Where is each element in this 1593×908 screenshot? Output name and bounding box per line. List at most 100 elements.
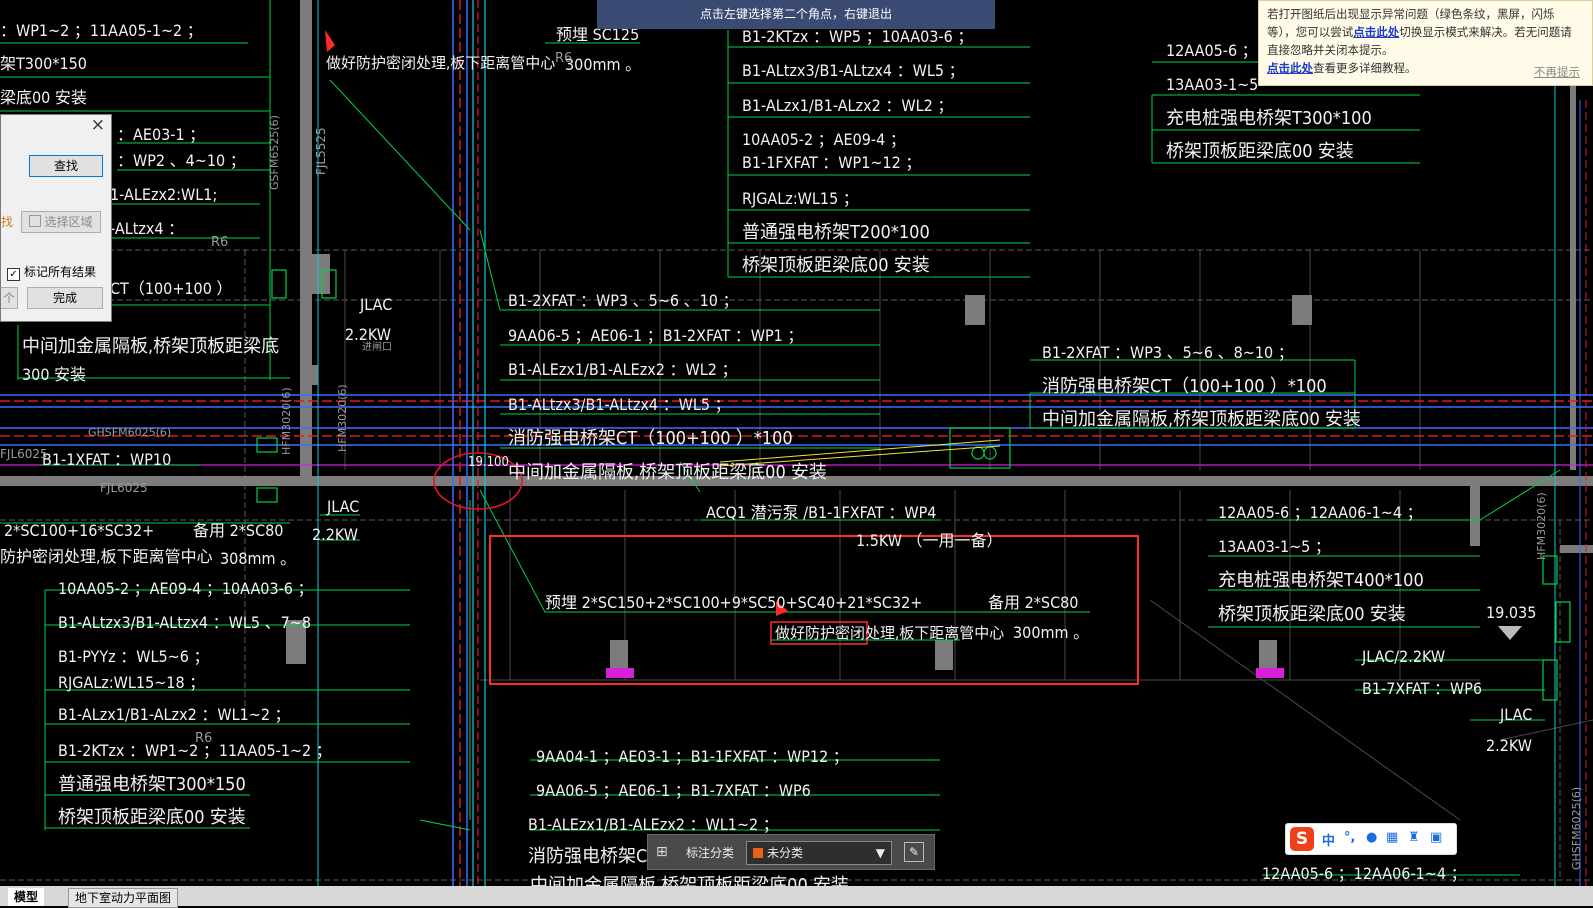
cad-label: 充电桩强电桥架T400*100 xyxy=(1218,570,1424,591)
cad-label: 300mm 。 xyxy=(565,55,641,74)
notice-link-switch-mode[interactable]: 点击此处 xyxy=(1353,25,1399,39)
cad-label: ：AE03-1 ； xyxy=(117,125,205,144)
cad-label: 10AA05-2 ；AE09-4 ； xyxy=(742,130,906,149)
cad-label: CT（100+100 ） xyxy=(110,279,232,298)
cad-label: 备用 2*SC80 xyxy=(988,593,1078,612)
cad-drawing-canvas[interactable]: ：WP1~2 ；11AA05-1~2 ； 架T300*150 梁底00 安装 ：AE0… xyxy=(0,0,1593,906)
ime-punctuation[interactable]: °, xyxy=(1344,830,1355,845)
cad-label: GHSFM6025(6) xyxy=(88,426,171,439)
cad-label: HFM3020(6) xyxy=(280,387,293,455)
cad-label: 做好防护密闭处理,板下距离管中心 xyxy=(326,54,555,72)
cad-label: 2.2KW xyxy=(312,525,358,544)
cad-label: 备用 2*SC80 xyxy=(193,521,283,540)
cad-label: 桥架顶板距梁底00 安装 xyxy=(1166,141,1354,162)
previous-button-fragment[interactable]: 个 xyxy=(1,287,18,309)
cad-label: 普通强电桥架T200*100 xyxy=(742,222,930,243)
annotation-category-label: 标注分类 xyxy=(686,846,735,860)
display-notice-banner: 若打开图纸后出现显示异常问题（绿色条纹，黑屏，闪烁等），您可以尝试点击此处切换显… xyxy=(1258,0,1593,86)
edit-icon[interactable]: ✎ xyxy=(904,842,924,862)
select-region-button[interactable]: 选择区域 xyxy=(21,211,101,233)
cad-label: GSFM6525(6) xyxy=(268,115,281,190)
cad-label: B1-ALEzx1/B1-ALEzx2 ：WL1~2 ； xyxy=(528,815,779,834)
cad-label: R6 xyxy=(555,51,572,66)
cad-label: 消防强电桥架CT（100+100 ）*100 xyxy=(508,428,793,449)
mark-all-checkbox-row[interactable]: ✓ 标记所有结果 xyxy=(7,263,96,281)
find-dialog: × 查找 找 选择区域 ✓ 标记所有结果 个 完成 xyxy=(0,114,112,322)
cad-label: 消防强电桥架CT（100+100 ）*100 xyxy=(1042,376,1327,397)
find-label-fragment: 找 xyxy=(1,215,14,229)
cad-label: ：WP1~2 ；11AA05-1~2 ； xyxy=(0,21,203,40)
select-region-label: 选择区域 xyxy=(44,215,93,229)
cad-label: R6 xyxy=(195,731,212,746)
cad-label: HFM3020(6) xyxy=(336,384,349,452)
cad-label: FJL5525 xyxy=(314,127,328,175)
cad-label: 中间加金属隔板,桥架顶板距梁底00 安装 xyxy=(508,462,827,483)
keyboard-icon[interactable]: ▦ xyxy=(1386,830,1398,845)
layout-tab-bar: 模型 地下室动力平面图 xyxy=(0,886,1593,908)
cad-label: 308mm 。 xyxy=(220,549,296,568)
tab-model[interactable]: 模型 xyxy=(8,888,45,906)
cad-label: -ALtzx4 ： xyxy=(110,219,184,238)
cad-label: 中间加金属隔板,桥架顶板距梁底 xyxy=(22,336,279,357)
cad-label: 梁底00 安装 xyxy=(0,88,87,107)
annotation-toolbar: ⊞ 标注分类 未分类 ▼ ✎ xyxy=(647,834,935,870)
cad-label: 1.5KW （一用一备） xyxy=(856,531,1003,550)
notice-dismiss-link[interactable]: 不再提示 xyxy=(1534,63,1580,81)
cad-label: 消防强电桥架CT xyxy=(528,846,657,867)
cad-label: R6 xyxy=(211,235,228,250)
cad-label: GHSFM6025(6) xyxy=(1570,787,1583,870)
tab-basement-power-plan[interactable]: 地下室动力平面图 xyxy=(68,888,179,908)
cad-label: ACQ1 潜污泵 /B1-1FXFAT ：WP4 xyxy=(706,503,936,522)
cad-label: 1-ALEzx2:WL1; xyxy=(110,185,217,204)
cad-label: B1-7XFAT ：WP6 xyxy=(1362,679,1482,698)
cad-label: 13AA03-1~5 xyxy=(1166,75,1258,94)
cad-label: RJGALz:WL15 ； xyxy=(742,189,859,208)
cad-label: 普通强电桥架T300*150 xyxy=(58,774,246,795)
cad-label: 中间加金属隔板,桥架顶板距梁底00 安装 xyxy=(1042,409,1361,430)
cad-label: 19.035 xyxy=(1486,603,1536,622)
cad-label: JLAC xyxy=(359,295,392,314)
mark-all-checkbox[interactable]: ✓ xyxy=(7,268,20,281)
cad-label: B1-ALzx1/B1-ALzx2 ：WL1~2 ； xyxy=(58,705,291,724)
cad-label: B1-2XFAT ：WP3 、5~6 、10 ； xyxy=(508,291,739,310)
cad-label: 桥架顶板距梁底00 安装 xyxy=(1218,604,1406,625)
cad-label: 进闸口 xyxy=(362,340,392,353)
mic-icon[interactable]: ● xyxy=(1366,830,1377,845)
cad-label: 2*SC100+16*SC32+ xyxy=(4,521,154,540)
notice-link-tutorial[interactable]: 点击此处 xyxy=(1267,61,1313,75)
done-button[interactable]: 完成 xyxy=(27,287,103,309)
cad-label: B1-1XFAT ：WP10 xyxy=(42,450,171,469)
ime-chinese-mode[interactable]: 中 xyxy=(1322,830,1335,849)
mark-all-label: 标记所有结果 xyxy=(24,265,97,279)
annotation-category-select[interactable]: 未分类 ▼ xyxy=(746,841,892,865)
cad-label: B1-1FXFAT ：WP1~12 ； xyxy=(742,153,921,172)
grid-icon[interactable]: ▣ xyxy=(1430,830,1442,845)
category-color-swatch xyxy=(753,848,763,858)
cad-label: JLAC xyxy=(1499,705,1532,724)
cad-label: B1-ALtzx3/B1-ALtzx4 ：WL5 、7~8 xyxy=(58,613,311,632)
notice-text-3: 查看更多详细教程。 xyxy=(1313,61,1417,75)
cad-label: ：WP2 、4~10 ； xyxy=(117,151,246,170)
cad-label: FJL6025 xyxy=(100,481,148,495)
cad-label: B1-ALzx1/B1-ALzx2 ：WL2 ； xyxy=(742,96,953,115)
shirt-icon[interactable]: ♜ xyxy=(1408,830,1420,845)
cad-label: JLAC/2.2KW xyxy=(1361,647,1445,666)
cad-label: B1-ALEzx1/B1-ALEzx2 ：WL2 ； xyxy=(508,360,738,379)
grid-icon[interactable]: ⊞ xyxy=(656,844,672,860)
cad-label: 桥架顶板距梁底00 安装 xyxy=(742,255,930,276)
cad-label: B1-2KTzx ：WP5 ；10AA03-6 ； xyxy=(742,27,973,46)
cad-label: 19.100 xyxy=(468,455,509,470)
close-icon[interactable]: × xyxy=(91,115,105,135)
select-region-icon xyxy=(29,215,42,227)
annotation-category-value: 未分类 xyxy=(767,846,804,860)
cad-label: FJL6025 xyxy=(0,447,48,461)
cad-label: 9AA06-5 ；AE06-1 ；B1-2XFAT ：WP1 ； xyxy=(508,326,803,345)
find-button[interactable]: 查找 xyxy=(29,155,103,177)
ime-toolbar[interactable]: S 中 °, ● ▦ ♜ ▣ xyxy=(1285,823,1457,855)
cad-label: RJGALz:WL15~18 ； xyxy=(58,673,205,692)
cad-label: B1-ALtzx3/B1-ALtzx4 ：WL5 ； xyxy=(742,61,965,80)
cad-label: 防护密闭处理,板下距离管中心 xyxy=(0,547,213,566)
sogou-logo-icon[interactable]: S xyxy=(1290,827,1314,851)
cad-label: 13AA03-1~5 ； xyxy=(1218,537,1331,556)
cad-label: 12AA05-6 ； xyxy=(1166,41,1258,60)
